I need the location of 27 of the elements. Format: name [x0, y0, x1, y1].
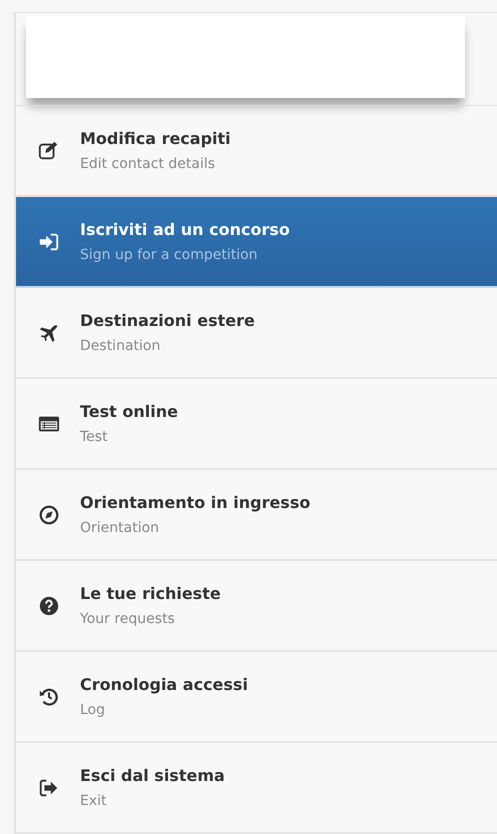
menu-item[interactable]: Le tue richieste Your requests: [16, 561, 497, 652]
question-circle-icon: [38, 594, 60, 616]
menu-title: Destinazioni estere: [80, 311, 255, 330]
menu-item[interactable]: Destinazioni estere Destination: [16, 288, 497, 379]
menu-subtitle: Log: [80, 702, 106, 718]
menu-subtitle: Sign up for a competition: [80, 247, 259, 263]
menu-title: Esci dal sistema: [80, 766, 225, 785]
menu-item[interactable]: Orientamento in ingresso Orientation: [16, 470, 497, 561]
menu-title: Orientamento in ingresso: [80, 493, 310, 512]
menu-title: Modifica recapiti: [80, 129, 231, 148]
pencil-square-icon: [38, 140, 60, 162]
history-icon: [38, 686, 60, 708]
menu-title: Test online: [80, 402, 178, 421]
menu-subtitle: Edit contact details: [80, 156, 216, 172]
menu-subtitle: Exit: [80, 793, 108, 809]
menu-subtitle: Destination: [80, 338, 162, 354]
menu-item[interactable]: Test online Test: [16, 379, 497, 470]
menu-item[interactable]: Iscriviti ad un concorso Sign up for a competition: [16, 197, 497, 288]
menu-title: Le tue richieste: [80, 584, 221, 603]
menu-item[interactable]: Esci dal sistema Exit: [16, 743, 497, 834]
menu-subtitle: Orientation: [80, 520, 160, 536]
menu-subtitle: Your requests: [80, 611, 176, 627]
menu-subtitle: Test: [80, 429, 109, 445]
compass-icon: [38, 504, 60, 526]
menu-title: Iscriviti ad un concorso: [80, 220, 290, 239]
menu-item[interactable]: Cronologia accessi Log: [16, 652, 497, 743]
menu-title: Cronologia accessi: [80, 675, 248, 694]
